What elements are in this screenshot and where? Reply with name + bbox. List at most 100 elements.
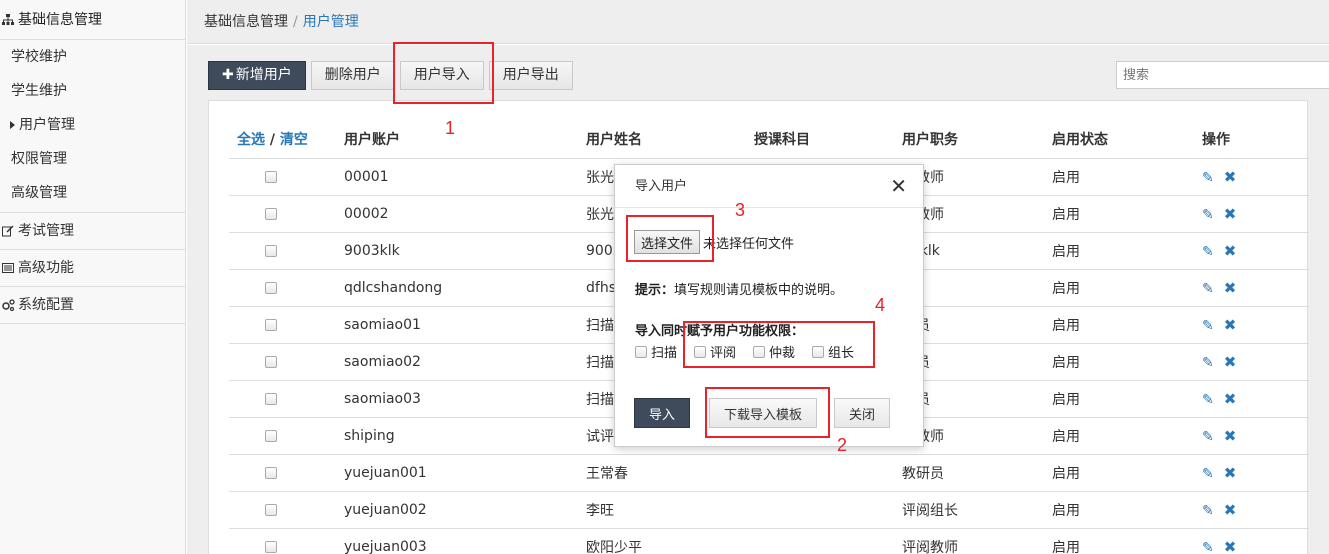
table-row[interactable]: yuejuan002 李旺 评阅组长 启用 ✎ ✖ bbox=[229, 491, 1309, 529]
list-icon bbox=[2, 262, 14, 274]
cell-subject bbox=[754, 491, 902, 529]
cell-account: 9003klk bbox=[344, 232, 586, 270]
sidebar-section-system-config[interactable]: 系统配置 bbox=[0, 287, 185, 324]
pencil-icon[interactable]: ✎ bbox=[1202, 540, 1214, 554]
cell-name: 李旺 bbox=[586, 491, 754, 529]
cell-account: qdlcshandong bbox=[344, 269, 586, 307]
select-all-link[interactable]: 全选 bbox=[237, 132, 265, 148]
delete-icon[interactable]: ✖ bbox=[1224, 501, 1237, 519]
delete-icon[interactable]: ✖ bbox=[1224, 427, 1237, 445]
cell-account: yuejuan003 bbox=[344, 528, 586, 554]
cell-name: 王常春 bbox=[586, 454, 754, 492]
delete-icon[interactable]: ✖ bbox=[1224, 353, 1237, 371]
cell-status: 启用 bbox=[1052, 491, 1202, 529]
pencil-icon[interactable]: ✎ bbox=[1202, 466, 1214, 482]
sidebar-item-user-management[interactable]: 用户管理 bbox=[0, 108, 185, 142]
cell-actions: ✎ ✖ bbox=[1202, 232, 1309, 270]
cell-actions: ✎ ✖ bbox=[1202, 417, 1309, 455]
row-checkbox-cell bbox=[229, 491, 344, 529]
delete-icon[interactable]: ✖ bbox=[1224, 464, 1237, 482]
delete-icon[interactable]: ✖ bbox=[1224, 279, 1237, 297]
header-actions: 操作 bbox=[1202, 121, 1309, 159]
row-checkbox-cell bbox=[229, 454, 344, 492]
delete-user-button[interactable]: 删除用户 bbox=[310, 61, 395, 90]
pencil-icon[interactable]: ✎ bbox=[1202, 244, 1214, 260]
row-checkbox[interactable] bbox=[265, 503, 277, 516]
sidebar-section-label: 考试管理 bbox=[18, 222, 74, 239]
delete-icon[interactable]: ✖ bbox=[1224, 390, 1237, 408]
annotation-number-2: 2 bbox=[837, 435, 848, 455]
breadcrumb-parent[interactable]: 基础信息管理 bbox=[204, 14, 288, 30]
sidebar-sub-group: 学校维护 学生维护 用户管理 权限管理 高级管理 bbox=[0, 40, 185, 213]
row-checkbox[interactable] bbox=[265, 207, 277, 220]
sidebar-item-school[interactable]: 学校维护 bbox=[0, 40, 185, 74]
cell-role: 03klk bbox=[902, 232, 1052, 270]
close-icon[interactable]: ✕ bbox=[890, 165, 907, 208]
hint-text: 提示：填写规则请见模板中的说明。 bbox=[635, 279, 843, 298]
pencil-icon[interactable]: ✎ bbox=[1202, 392, 1214, 408]
perm-scan-checkbox[interactable] bbox=[635, 345, 647, 358]
delete-icon[interactable]: ✖ bbox=[1224, 168, 1237, 186]
cell-account: yuejuan002 bbox=[344, 491, 586, 529]
header-status: 启用状态 bbox=[1052, 121, 1202, 159]
search-input[interactable] bbox=[1116, 61, 1329, 89]
pencil-icon[interactable]: ✎ bbox=[1202, 503, 1214, 519]
table-row[interactable]: yuejuan003 欧阳少平 评阅教师 启用 ✎ ✖ bbox=[229, 528, 1309, 554]
delete-icon[interactable]: ✖ bbox=[1224, 316, 1237, 334]
cell-status: 启用 bbox=[1052, 343, 1202, 381]
row-checkbox[interactable] bbox=[265, 281, 277, 294]
row-checkbox[interactable] bbox=[265, 170, 277, 183]
select-slash: / bbox=[269, 132, 275, 149]
sidebar-section-exam[interactable]: 考试管理 bbox=[0, 213, 185, 250]
pencil-icon[interactable]: ✎ bbox=[1202, 207, 1214, 223]
cell-actions: ✎ ✖ bbox=[1202, 491, 1309, 529]
sitemap-icon bbox=[2, 13, 14, 26]
add-user-button[interactable]: ✚ 新增用户 bbox=[208, 61, 306, 90]
sidebar-item-student[interactable]: 学生维护 bbox=[0, 74, 185, 108]
import-button[interactable]: 导入 bbox=[634, 398, 691, 428]
cell-status: 启用 bbox=[1052, 306, 1202, 344]
pencil-icon[interactable]: ✎ bbox=[1202, 281, 1214, 297]
cell-subject bbox=[754, 528, 902, 554]
cell-status: 启用 bbox=[1052, 158, 1202, 196]
annotation-box-2 bbox=[705, 387, 830, 438]
sidebar-head-basic-info[interactable]: 基础信息管理 bbox=[0, 0, 185, 40]
clear-selection-link[interactable]: 清空 bbox=[280, 132, 308, 148]
delete-icon[interactable]: ✖ bbox=[1224, 205, 1237, 223]
row-checkbox-cell bbox=[229, 417, 344, 455]
cell-role: 阅教师 bbox=[902, 195, 1052, 233]
row-checkbox[interactable] bbox=[265, 429, 277, 442]
row-checkbox[interactable] bbox=[265, 466, 277, 479]
row-checkbox-cell bbox=[229, 306, 344, 344]
sidebar-section-label: 高级功能 bbox=[18, 259, 74, 276]
sidebar-item-permission[interactable]: 权限管理 bbox=[0, 142, 185, 176]
pencil-icon[interactable]: ✎ bbox=[1202, 170, 1214, 186]
cell-role: 评阅组长 bbox=[902, 491, 1052, 529]
export-user-button[interactable]: 用户导出 bbox=[488, 61, 573, 90]
row-checkbox-cell bbox=[229, 269, 344, 307]
delete-icon[interactable]: ✖ bbox=[1224, 538, 1237, 554]
pencil-icon[interactable]: ✎ bbox=[1202, 318, 1214, 334]
delete-icon[interactable]: ✖ bbox=[1224, 242, 1237, 260]
sidebar-section-advanced-features[interactable]: 高级功能 bbox=[0, 250, 185, 287]
perm-scan[interactable]: 扫描 bbox=[635, 342, 677, 361]
cell-account: yuejuan001 bbox=[344, 454, 586, 492]
header-role: 用户职务 bbox=[902, 121, 1052, 159]
pencil-icon[interactable]: ✎ bbox=[1202, 355, 1214, 371]
row-checkbox[interactable] bbox=[265, 392, 277, 405]
sidebar-item-advanced-management[interactable]: 高级管理 bbox=[0, 176, 185, 210]
no-file-label: 未选择任何文件 bbox=[703, 236, 795, 252]
sidebar-item-label: 用户管理 bbox=[19, 117, 75, 133]
plus-icon: ✚ bbox=[222, 67, 234, 83]
row-checkbox[interactable] bbox=[265, 318, 277, 331]
row-checkbox[interactable] bbox=[265, 244, 277, 257]
sidebar-head-label: 基础信息管理 bbox=[18, 11, 102, 28]
table-row[interactable]: yuejuan001 王常春 教研员 启用 ✎ ✖ bbox=[229, 454, 1309, 492]
row-checkbox[interactable] bbox=[265, 540, 277, 553]
close-dialog-button[interactable]: 关闭 bbox=[834, 398, 891, 428]
cell-name: 欧阳少平 bbox=[586, 528, 754, 554]
cell-actions: ✎ ✖ bbox=[1202, 454, 1309, 492]
cell-status: 启用 bbox=[1052, 528, 1202, 554]
row-checkbox[interactable] bbox=[265, 355, 277, 368]
pencil-icon[interactable]: ✎ bbox=[1202, 429, 1214, 445]
